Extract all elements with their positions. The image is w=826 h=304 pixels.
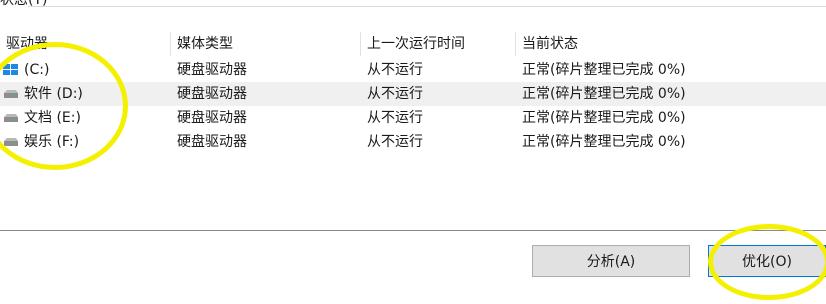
status-cell: 正常(碎片整理已完成 0%) [522,134,686,150]
status-cell: 正常(碎片整理已完成 0%) [522,62,686,78]
drive-name: (C:) [24,62,50,78]
windows-drive-icon [3,64,18,75]
drive-cell: 软件 (D:) [0,82,170,106]
drive-cell: 娱乐 (F:) [0,130,170,154]
last-run-cell: 从不运行 [367,110,423,126]
drive-name: 娱乐 (F:) [24,134,80,150]
analyze-button[interactable]: 分析(A) [532,245,690,277]
table-row[interactable]: (C:) 硬盘驱动器 从不运行 正常(碎片整理已完成 0%) [0,58,826,82]
drive-name: 文档 (E:) [24,110,81,126]
drive-name: 软件 (D:) [24,86,83,102]
drive-icon [4,90,18,98]
drive-cell: (C:) [0,58,170,82]
status-cell: 正常(碎片整理已完成 0%) [522,86,686,102]
column-header-media-type[interactable]: 媒体类型 [171,30,360,58]
drive-cell: 文档 (E:) [0,106,170,130]
media-type-cell: 硬盘驱动器 [177,110,247,126]
media-type-cell: 硬盘驱动器 [177,134,247,150]
table-row[interactable]: 娱乐 (F:) 硬盘驱动器 从不运行 正常(碎片整理已完成 0%) [0,130,826,154]
drive-table: 驱动器 媒体类型 上一次运行时间 当前状态 (C:) 硬盘驱动器 从不运行 正常… [0,30,826,231]
column-header-last-run[interactable]: 上一次运行时间 [361,30,515,58]
table-header: 驱动器 媒体类型 上一次运行时间 当前状态 [0,30,826,58]
section-divider [28,6,826,7]
last-run-cell: 从不运行 [367,134,423,150]
drive-icon [4,138,18,146]
status-cell: 正常(碎片整理已完成 0%) [522,110,686,126]
media-type-cell: 硬盘驱动器 [177,62,247,78]
column-header-status[interactable]: 当前状态 [516,30,716,58]
optimize-button[interactable]: 优化(O) [708,245,826,277]
column-header-drive[interactable]: 驱动器 [0,30,170,58]
table-row[interactable]: 文档 (E:) 硬盘驱动器 从不运行 正常(碎片整理已完成 0%) [0,106,826,130]
drive-icon [4,114,18,122]
table-row[interactable]: 软件 (D:) 硬盘驱动器 从不运行 正常(碎片整理已完成 0%) [0,82,826,106]
last-run-cell: 从不运行 [367,62,423,78]
media-type-cell: 硬盘驱动器 [177,86,247,102]
last-run-cell: 从不运行 [367,86,423,102]
